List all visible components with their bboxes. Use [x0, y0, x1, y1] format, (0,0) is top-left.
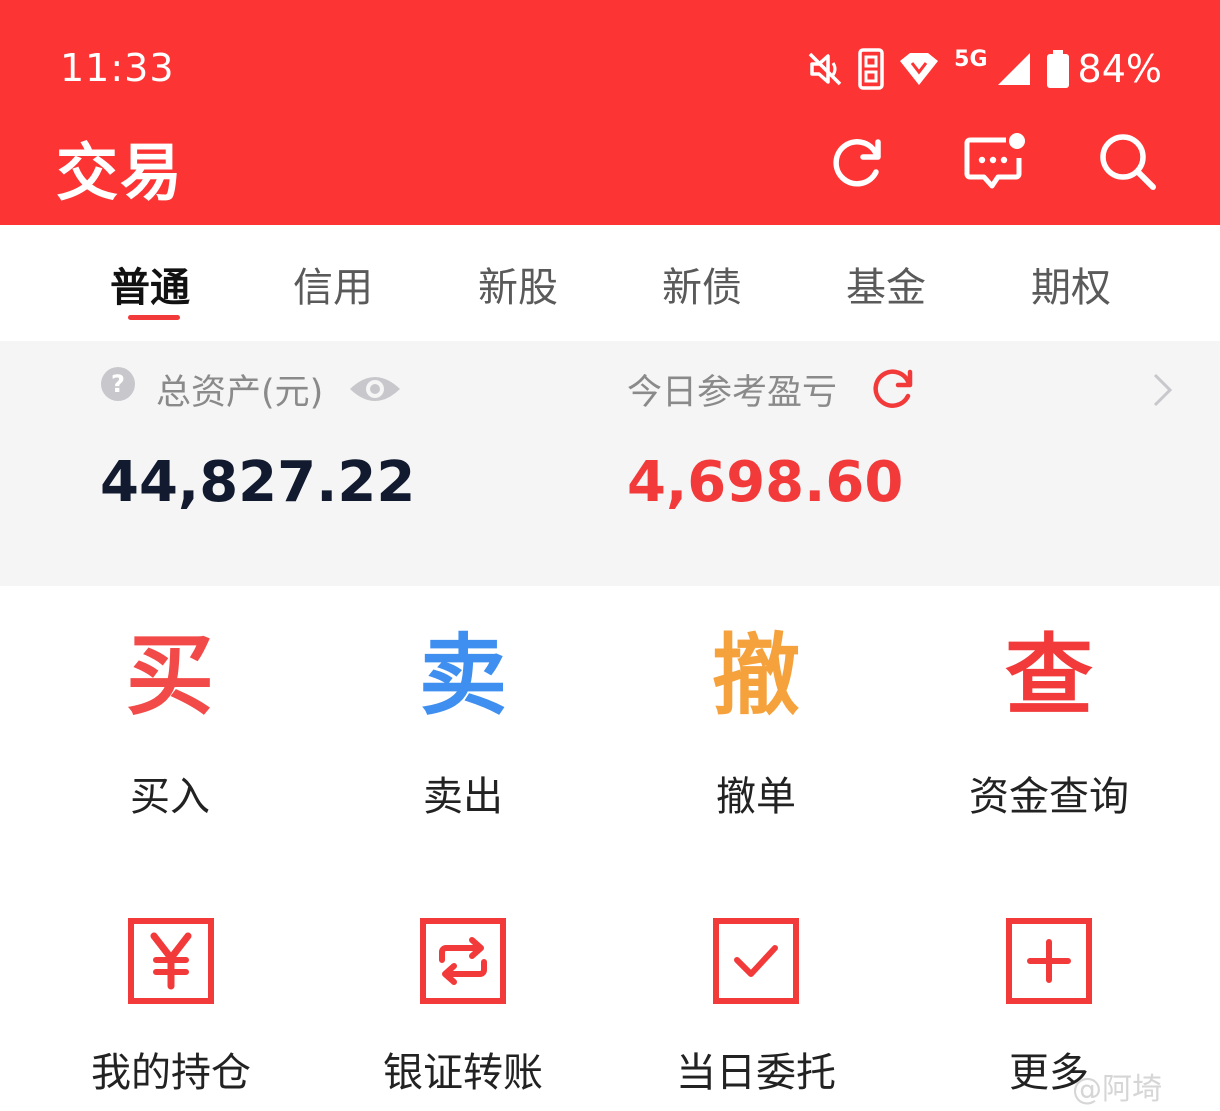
cancel-glyph-icon: 撤 [711, 624, 801, 727]
plus-box-icon [1006, 918, 1092, 1004]
refresh-button[interactable] [826, 130, 890, 194]
status-icons: 5G 84% [806, 44, 1162, 94]
buy-label: 买入 [130, 774, 210, 820]
total-assets-value: 44,827.22 [100, 450, 416, 515]
trade-tabs: 普通 信用 新股 新债 基金 期权 [0, 225, 1220, 341]
bank-transfer-label: 银证转账 [383, 1050, 543, 1096]
fund-query-label: 资金查询 [969, 774, 1129, 820]
sell-glyph-icon: 卖 [418, 624, 508, 727]
daily-pl-value: 4,698.60 [627, 450, 904, 515]
tab-credit[interactable]: 信用 [293, 255, 373, 313]
search-button[interactable] [1096, 130, 1160, 194]
tab-new-stock[interactable]: 新股 [478, 255, 558, 313]
check-box-icon [713, 918, 799, 1004]
signal-icon [997, 53, 1030, 85]
page-title: 交易 [56, 136, 185, 209]
refresh-pl-icon[interactable] [870, 366, 916, 412]
active-tab-indicator [128, 315, 180, 320]
total-assets-label: 总资产(元) [156, 373, 324, 413]
search-icon [1100, 134, 1156, 190]
refresh-icon [833, 139, 881, 187]
transfer-box-icon [420, 918, 506, 1004]
message-button[interactable] [962, 130, 1026, 194]
network-type: 5G [954, 46, 988, 72]
tab-fund[interactable]: 基金 [846, 255, 926, 313]
status-time: 11:33 [60, 46, 175, 90]
sell-label: 卖出 [423, 774, 503, 820]
message-icon [964, 133, 1025, 189]
battery-icon [1046, 50, 1069, 88]
cancel-order-label: 撤单 [716, 774, 796, 820]
eye-icon[interactable] [348, 372, 402, 406]
tab-new-bond[interactable]: 新债 [662, 255, 742, 313]
battery-level: 84% [1077, 47, 1162, 91]
wifi-icon [900, 53, 939, 85]
buy-glyph-icon: 买 [125, 624, 215, 727]
svg-text:?: ? [111, 370, 125, 398]
app-header: 11:33 5G 84% 交易 [0, 0, 1220, 225]
mute-icon [808, 52, 842, 86]
help-icon[interactable]: ? [100, 366, 136, 402]
today-orders-label: 当日委托 [676, 1050, 836, 1096]
watermark: @阿埼 [1072, 1072, 1162, 1107]
tab-option[interactable]: 期权 [1031, 255, 1111, 313]
tab-normal[interactable]: 普通 [110, 255, 190, 313]
yen-box-icon [128, 918, 214, 1004]
daily-pl-label: 今日参考盈亏 [627, 373, 838, 413]
chevron-right-icon[interactable] [1150, 372, 1176, 408]
positions-label: 我的持仓 [91, 1050, 251, 1096]
query-glyph-icon: 查 [1004, 624, 1094, 727]
data-icon [858, 48, 884, 90]
